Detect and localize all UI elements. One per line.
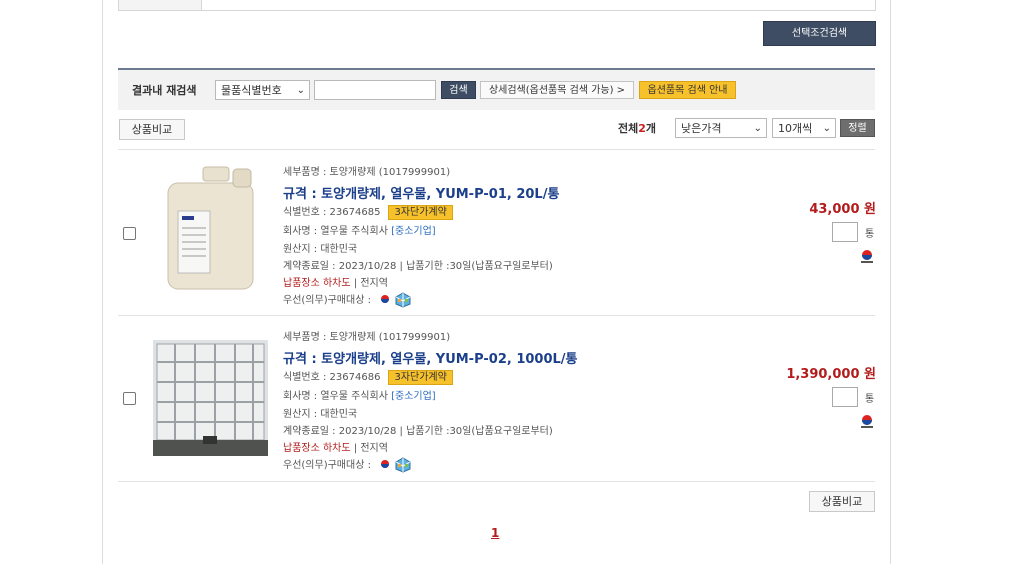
research-bar: 결과내 재검색 물품식별번호 ⌄ 검색 상세검색(옵션품목 검색 가능) > 옵… <box>118 68 875 110</box>
selected-condition-search-button[interactable]: 선택조건검색 <box>763 21 876 46</box>
delivery-line: 납품장소 하차도 | 전지역 <box>283 443 388 454</box>
compare-button-bottom[interactable]: 상품비교 <box>809 491 875 512</box>
priority-line: 우선(의무)구매대상 : <box>283 291 411 308</box>
divider <box>118 481 875 482</box>
compare-button-top[interactable]: 상품비교 <box>119 119 185 140</box>
detail-item: 세부품명 : 토양개량제 (1017999901) <box>283 332 451 343</box>
content-frame: 선택조건검색 결과내 재검색 물품식별번호 ⌄ 검색 상세검색(옵션품목 검색 … <box>102 0 891 564</box>
id-line: 식별번호 : 23674686 3자단가계약 <box>283 368 453 385</box>
quantity-input[interactable] <box>832 222 858 242</box>
pagination-page[interactable]: 1 <box>491 526 499 540</box>
origin: 원산지 : 대한민국 <box>283 244 358 255</box>
unit-label: 통 <box>865 394 875 405</box>
contract-end: 계약종료일 : 2023/10/28 | 납품기한 :30일(납품요구일로부터) <box>283 426 553 437</box>
research-search-button[interactable]: 검색 <box>441 81 476 99</box>
chevron-down-icon: ⌄ <box>296 85 305 96</box>
id-line: 식별번호 : 23674685 3자단가계약 <box>283 203 453 220</box>
detail-item: 세부품명 : 토양개량제 (1017999901) <box>283 167 451 178</box>
contract-tag: 3자단가계약 <box>388 370 453 385</box>
sort-apply-button[interactable]: 정렬 <box>840 119 875 137</box>
certification-cube-icon <box>395 457 411 473</box>
product-price: 43,000 원 <box>809 202 876 217</box>
filter-table-remnant <box>118 0 876 11</box>
product-price: 1,390,000 원 <box>786 367 876 382</box>
chevron-down-icon: ⌄ <box>753 123 762 134</box>
contract-tag: 3자단가계약 <box>388 205 453 220</box>
gov-emblem-icon <box>861 415 873 428</box>
delivery-line: 납품장소 하차도 | 전지역 <box>283 278 388 289</box>
total-count: 전체2개 <box>618 122 657 135</box>
gov-emblem-icon <box>861 250 873 263</box>
product-spec-link[interactable]: 규격 : 토양개량제, 열우물, YUM-P-02, 1000L/통 <box>283 348 578 367</box>
option-guide-button[interactable]: 옵션품목 검색 안내 <box>639 81 736 99</box>
company-type: [중소기업] <box>391 391 436 402</box>
chevron-down-icon: ⌄ <box>822 123 831 134</box>
detail-search-button[interactable]: 상세검색(옵션품목 검색 가능) > <box>480 81 634 99</box>
product-detail: 세부품명 : 토양개량제 (1017999901) 규격 : 토양개량제, 열우… <box>283 325 703 475</box>
company-type: [중소기업] <box>391 226 436 237</box>
product-spec-link[interactable]: 규격 : 토양개량제, 열우물, YUM-P-01, 20L/통 <box>283 183 559 202</box>
origin: 원산지 : 대한민국 <box>283 409 358 420</box>
unit-label: 통 <box>865 229 875 240</box>
contract-end: 계약종료일 : 2023/10/28 | 납품기한 :30일(납품요구일로부터) <box>283 261 553 272</box>
korea-mark-icon <box>381 460 390 468</box>
research-field-select[interactable]: 물품식별번호 ⌄ <box>215 80 310 100</box>
sort-select[interactable]: 낮은가격 ⌄ <box>675 118 767 138</box>
divider <box>118 149 875 150</box>
product-checkbox[interactable] <box>123 392 136 405</box>
company-line: 회사명 : 열우물 주식회사 [중소기업] <box>283 226 436 237</box>
quantity-input[interactable] <box>832 387 858 407</box>
product-image[interactable] <box>153 340 268 456</box>
korea-mark-icon <box>381 295 390 303</box>
priority-line: 우선(의무)구매대상 : <box>283 456 411 473</box>
per-page-select[interactable]: 10개씩 ⌄ <box>772 118 836 138</box>
product-checkbox[interactable] <box>123 227 136 240</box>
product-detail: 세부품명 : 토양개량제 (1017999901) 규격 : 토양개량제, 열우… <box>283 160 703 310</box>
certification-cube-icon <box>395 292 411 308</box>
product-image[interactable] <box>153 163 268 293</box>
research-query-input[interactable] <box>314 80 436 100</box>
research-label: 결과내 재검색 <box>132 84 197 97</box>
divider <box>118 315 875 316</box>
company-line: 회사명 : 열우물 주식회사 [중소기업] <box>283 391 436 402</box>
